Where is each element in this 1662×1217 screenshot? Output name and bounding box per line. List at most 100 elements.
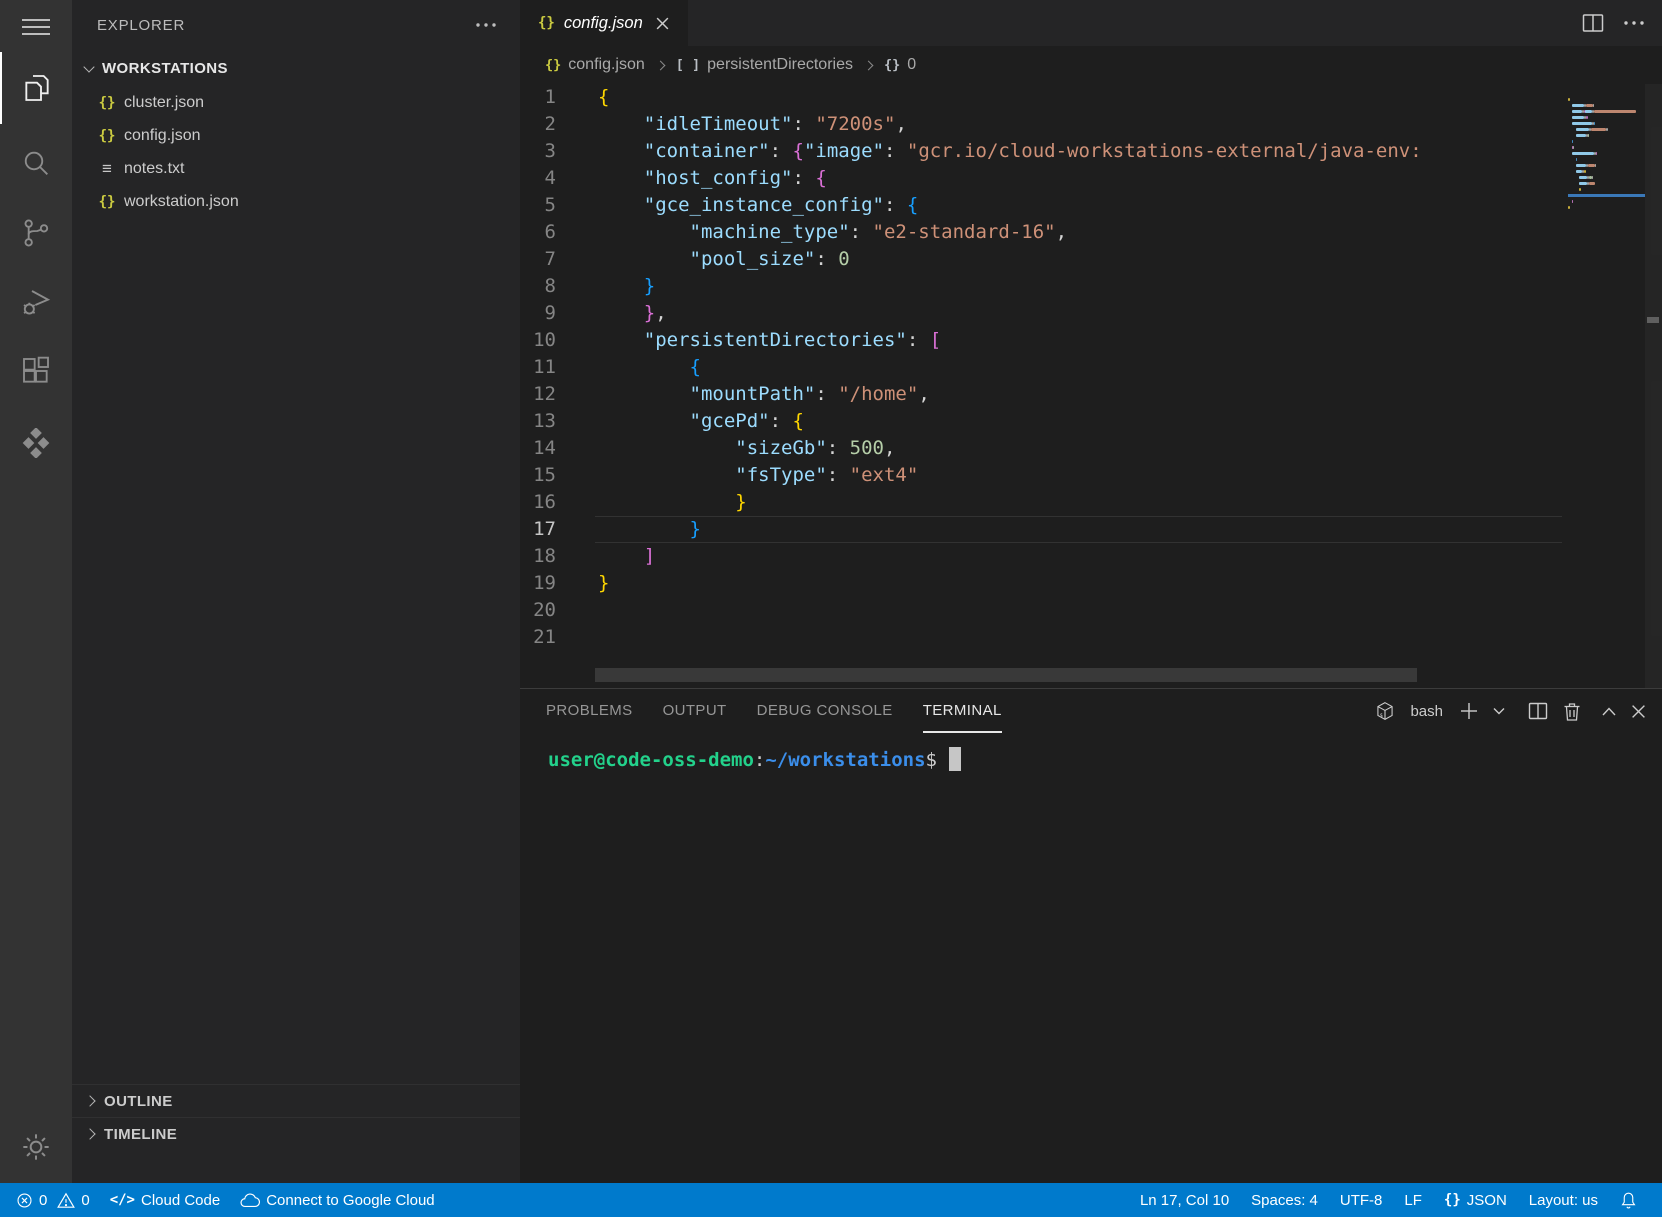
eol-setting[interactable]: LF bbox=[1393, 1192, 1433, 1209]
file-item-cluster.json[interactable]: {} cluster.json bbox=[72, 86, 520, 119]
overview-ruler[interactable] bbox=[1645, 84, 1662, 688]
line-number[interactable]: 3 bbox=[520, 138, 556, 165]
keyboard-layout[interactable]: Layout: us bbox=[1518, 1192, 1609, 1209]
line-number[interactable]: 11 bbox=[520, 354, 556, 381]
panel-tab-problems[interactable]: PROBLEMS bbox=[546, 689, 633, 733]
code-line-14[interactable]: 14"sizeGb": 500, bbox=[520, 435, 1562, 462]
code-line-9[interactable]: 9}, bbox=[520, 300, 1562, 327]
code-line-20[interactable]: 20 bbox=[520, 597, 1562, 624]
braces-icon: {} bbox=[1444, 1192, 1461, 1208]
line-number[interactable]: 19 bbox=[520, 570, 556, 597]
code-line-11[interactable]: 11{ bbox=[520, 354, 1562, 381]
breadcrumb: {}config.json [ ]persistentDirectories {}0 bbox=[520, 46, 1662, 84]
kill-terminal-button[interactable] bbox=[1563, 702, 1581, 721]
outline-section[interactable]: OUTLINE bbox=[72, 1084, 520, 1117]
explorer-more-actions[interactable] bbox=[474, 21, 498, 29]
line-content: { bbox=[598, 84, 609, 111]
cursor-position[interactable]: Ln 17, Col 10 bbox=[1129, 1192, 1240, 1209]
tab-config-json[interactable]: {} config.json bbox=[520, 0, 688, 46]
code-line-19[interactable]: 19} bbox=[520, 570, 1562, 597]
file-item-config.json[interactable]: {}config.json bbox=[72, 119, 520, 152]
breadcrumb-item-persistentDirectories[interactable]: [ ]persistentDirectories bbox=[676, 56, 853, 74]
terminal-dropdown-button[interactable] bbox=[1493, 707, 1505, 715]
code-line-3[interactable]: 3"container": {"image": "gcr.io/cloud-wo… bbox=[520, 138, 1562, 165]
file-item-notes.txt[interactable]: ≡notes.txt bbox=[72, 152, 520, 185]
line-number[interactable]: 5 bbox=[520, 192, 556, 219]
line-number[interactable]: 4 bbox=[520, 165, 556, 192]
line-number[interactable]: 7 bbox=[520, 246, 556, 273]
sidebar-item-source-control[interactable] bbox=[0, 197, 72, 269]
line-number[interactable]: 6 bbox=[520, 219, 556, 246]
sidebar-item-run-debug[interactable] bbox=[0, 267, 72, 339]
line-number[interactable]: 13 bbox=[520, 408, 556, 435]
new-terminal-button[interactable] bbox=[1460, 702, 1478, 720]
code-line-8[interactable]: 8} bbox=[520, 273, 1562, 300]
menu-button[interactable] bbox=[0, 4, 72, 50]
encoding-setting[interactable]: UTF-8 bbox=[1329, 1192, 1394, 1209]
code-editor[interactable]: 1{2"idleTimeout": "7200s",3"container": … bbox=[520, 84, 1662, 688]
terminal-controls: $ bash bbox=[1375, 689, 1646, 733]
code-line-16[interactable]: 16} bbox=[520, 489, 1562, 516]
language-mode[interactable]: {} JSON bbox=[1433, 1192, 1518, 1209]
panel-tab-debug-console[interactable]: DEBUG CONSOLE bbox=[757, 689, 893, 733]
terminal[interactable]: user@code-oss-demo:~/workstations$ bbox=[520, 733, 1662, 1183]
panel-tab-output[interactable]: OUTPUT bbox=[663, 689, 727, 733]
line-number[interactable]: 18 bbox=[520, 543, 556, 570]
maximize-panel-button[interactable] bbox=[1602, 707, 1616, 716]
timeline-section[interactable]: TIMELINE bbox=[72, 1117, 520, 1150]
horizontal-scrollbar[interactable] bbox=[595, 668, 1417, 682]
line-number[interactable]: 8 bbox=[520, 273, 556, 300]
indentation-setting[interactable]: Spaces: 4 bbox=[1240, 1192, 1329, 1209]
line-number[interactable]: 9 bbox=[520, 300, 556, 327]
code-line-18[interactable]: 18] bbox=[520, 543, 1562, 570]
code-line-7[interactable]: 7"pool_size": 0 bbox=[520, 246, 1562, 273]
sidebar-item-search[interactable] bbox=[0, 127, 72, 199]
close-panel-button[interactable] bbox=[1631, 704, 1646, 719]
split-terminal-button[interactable] bbox=[1528, 702, 1548, 720]
vscode-window: EXPLORER WORKSTATIONS {}cluster.json{}co… bbox=[0, 0, 1662, 1217]
problems-status[interactable]: 0 0 bbox=[16, 1192, 90, 1209]
code-line-17[interactable]: 17} bbox=[520, 516, 1562, 543]
file-label: workstation.json bbox=[124, 193, 239, 211]
json-file-icon: {} bbox=[96, 95, 118, 111]
code-line-6[interactable]: 6"machine_type": "e2-standard-16", bbox=[520, 219, 1562, 246]
brackets-icon: [ ] bbox=[676, 57, 700, 73]
code-line-13[interactable]: 13"gcePd": { bbox=[520, 408, 1562, 435]
split-editor-button[interactable] bbox=[1582, 13, 1604, 33]
close-icon[interactable] bbox=[655, 16, 670, 31]
settings-button[interactable] bbox=[0, 1111, 72, 1183]
shell-label[interactable]: bash bbox=[1410, 703, 1443, 720]
line-number[interactable]: 1 bbox=[520, 84, 556, 111]
cloud-code-status[interactable]: </> Cloud Code bbox=[110, 1192, 221, 1209]
minimap[interactable] bbox=[1568, 96, 1645, 316]
code-line-21[interactable]: 21 bbox=[520, 624, 1562, 651]
line-number[interactable]: 16 bbox=[520, 489, 556, 516]
line-number[interactable]: 17 bbox=[520, 516, 556, 543]
code-line-5[interactable]: 5"gce_instance_config": { bbox=[520, 192, 1562, 219]
sidebar-item-extensions[interactable] bbox=[0, 335, 72, 407]
code-line-1[interactable]: 1{ bbox=[520, 84, 1562, 111]
notifications-button[interactable] bbox=[1609, 1191, 1648, 1209]
file-label: cluster.json bbox=[124, 94, 204, 112]
sidebar-item-cloud-code[interactable] bbox=[0, 407, 72, 479]
line-number[interactable]: 12 bbox=[520, 381, 556, 408]
line-number[interactable]: 2 bbox=[520, 111, 556, 138]
panel-tab-terminal[interactable]: TERMINAL bbox=[923, 689, 1002, 733]
sidebar-item-explorer[interactable] bbox=[0, 52, 72, 124]
code-line-10[interactable]: 10"persistentDirectories": [ bbox=[520, 327, 1562, 354]
code-line-2[interactable]: 2"idleTimeout": "7200s", bbox=[520, 111, 1562, 138]
connect-google-cloud[interactable]: Connect to Google Cloud bbox=[240, 1192, 434, 1209]
code-line-4[interactable]: 4"host_config": { bbox=[520, 165, 1562, 192]
line-number[interactable]: 20 bbox=[520, 597, 556, 624]
more-actions-button[interactable] bbox=[1622, 19, 1646, 27]
folder-workstations[interactable]: WORKSTATIONS bbox=[72, 52, 520, 84]
file-item-workstation.json[interactable]: {}workstation.json bbox=[72, 185, 520, 218]
line-number[interactable]: 15 bbox=[520, 462, 556, 489]
line-number[interactable]: 10 bbox=[520, 327, 556, 354]
code-line-15[interactable]: 15"fsType": "ext4" bbox=[520, 462, 1562, 489]
code-line-12[interactable]: 12"mountPath": "/home", bbox=[520, 381, 1562, 408]
breadcrumb-item-config.json[interactable]: {}config.json bbox=[545, 56, 645, 74]
breadcrumb-item-0[interactable]: {}0 bbox=[884, 56, 916, 74]
line-number[interactable]: 21 bbox=[520, 624, 556, 651]
line-number[interactable]: 14 bbox=[520, 435, 556, 462]
